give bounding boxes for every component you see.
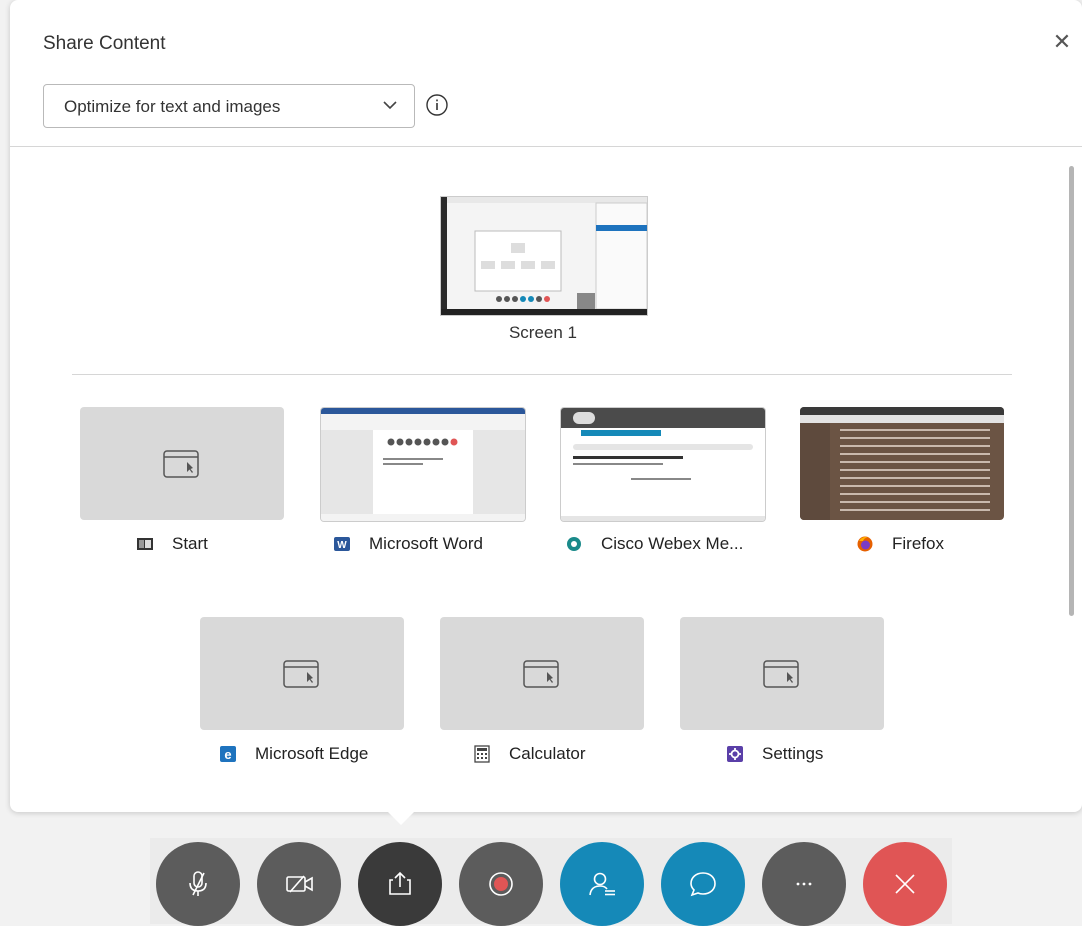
share-icon bbox=[389, 871, 411, 895]
webex-preview-image bbox=[561, 408, 765, 521]
optimize-select-value: Optimize for text and images bbox=[64, 97, 281, 116]
calculator-label-text: Calculator bbox=[509, 744, 586, 763]
section-divider bbox=[72, 374, 1012, 375]
window-placeholder-icon bbox=[163, 450, 199, 478]
chat-icon bbox=[690, 872, 716, 897]
microphone-muted-icon bbox=[189, 871, 207, 896]
scrollbar[interactable] bbox=[1069, 166, 1074, 616]
calculator-window-label: Calculator bbox=[473, 742, 586, 766]
webex-window-label: Cisco Webex Me... bbox=[565, 532, 743, 556]
dialog-title: Share Content bbox=[43, 33, 166, 54]
screen-preview-image bbox=[441, 197, 647, 315]
window-placeholder-icon bbox=[523, 660, 559, 688]
edge-app-icon: e bbox=[220, 746, 236, 762]
word-preview-image bbox=[321, 408, 525, 521]
calculator-window-thumbnail[interactable] bbox=[440, 617, 644, 730]
participants-icon bbox=[589, 872, 615, 896]
svg-text:W: W bbox=[337, 540, 347, 551]
settings-app-icon bbox=[727, 746, 743, 762]
settings-window-label: Settings bbox=[726, 742, 823, 766]
word-app-icon: W bbox=[334, 537, 350, 551]
record-button[interactable] bbox=[459, 842, 543, 926]
webex-window-thumbnail[interactable] bbox=[560, 407, 766, 522]
share-content-dialog: Share Content ✕ Optimize for text and im… bbox=[10, 0, 1082, 812]
firefox-app-icon bbox=[857, 536, 873, 552]
more-icon bbox=[796, 882, 812, 886]
more-button[interactable] bbox=[762, 842, 846, 926]
record-icon bbox=[489, 872, 513, 896]
video-button[interactable] bbox=[257, 842, 341, 926]
screen-1-label: Screen 1 bbox=[508, 323, 578, 342]
window-placeholder-icon bbox=[283, 660, 319, 688]
header-divider bbox=[10, 146, 1082, 147]
settings-window-thumbnail[interactable] bbox=[680, 617, 884, 730]
firefox-label-text: Firefox bbox=[892, 534, 944, 553]
firefox-window-label: Firefox bbox=[856, 532, 944, 556]
optimize-select[interactable]: Optimize for text and images bbox=[43, 84, 415, 128]
firefox-window-thumbnail[interactable] bbox=[800, 407, 1004, 520]
start-window-label: Start bbox=[136, 532, 208, 556]
close-icon bbox=[895, 874, 915, 894]
firefox-preview-image bbox=[800, 407, 1004, 520]
start-label-text: Start bbox=[172, 534, 208, 553]
close-icon[interactable]: ✕ bbox=[1050, 30, 1074, 54]
webex-label-text: Cisco Webex Me... bbox=[601, 534, 744, 553]
svg-text:e: e bbox=[224, 747, 231, 762]
edge-label-text: Microsoft Edge bbox=[255, 744, 369, 763]
screen-1-thumbnail[interactable] bbox=[440, 196, 648, 316]
word-label-text: Microsoft Word bbox=[369, 534, 483, 553]
edge-window-thumbnail[interactable] bbox=[200, 617, 404, 730]
start-app-icon bbox=[137, 538, 153, 550]
chat-button[interactable] bbox=[661, 842, 745, 926]
video-off-icon bbox=[286, 875, 313, 893]
participants-button[interactable] bbox=[560, 842, 644, 926]
start-window-thumbnail[interactable] bbox=[80, 407, 284, 520]
dialog-pointer bbox=[384, 808, 418, 825]
leave-meeting-button[interactable] bbox=[863, 842, 947, 926]
word-window-label: W Microsoft Word bbox=[333, 532, 483, 556]
settings-label-text: Settings bbox=[762, 744, 824, 763]
window-placeholder-icon bbox=[763, 660, 799, 688]
info-icon[interactable] bbox=[425, 93, 449, 117]
edge-window-label: e Microsoft Edge bbox=[219, 742, 368, 766]
word-window-thumbnail[interactable] bbox=[320, 407, 526, 522]
webex-app-icon bbox=[567, 537, 581, 551]
chevron-down-icon bbox=[383, 101, 397, 110]
mute-button[interactable] bbox=[156, 842, 240, 926]
share-button[interactable] bbox=[358, 842, 442, 926]
calculator-app-icon bbox=[474, 745, 490, 763]
